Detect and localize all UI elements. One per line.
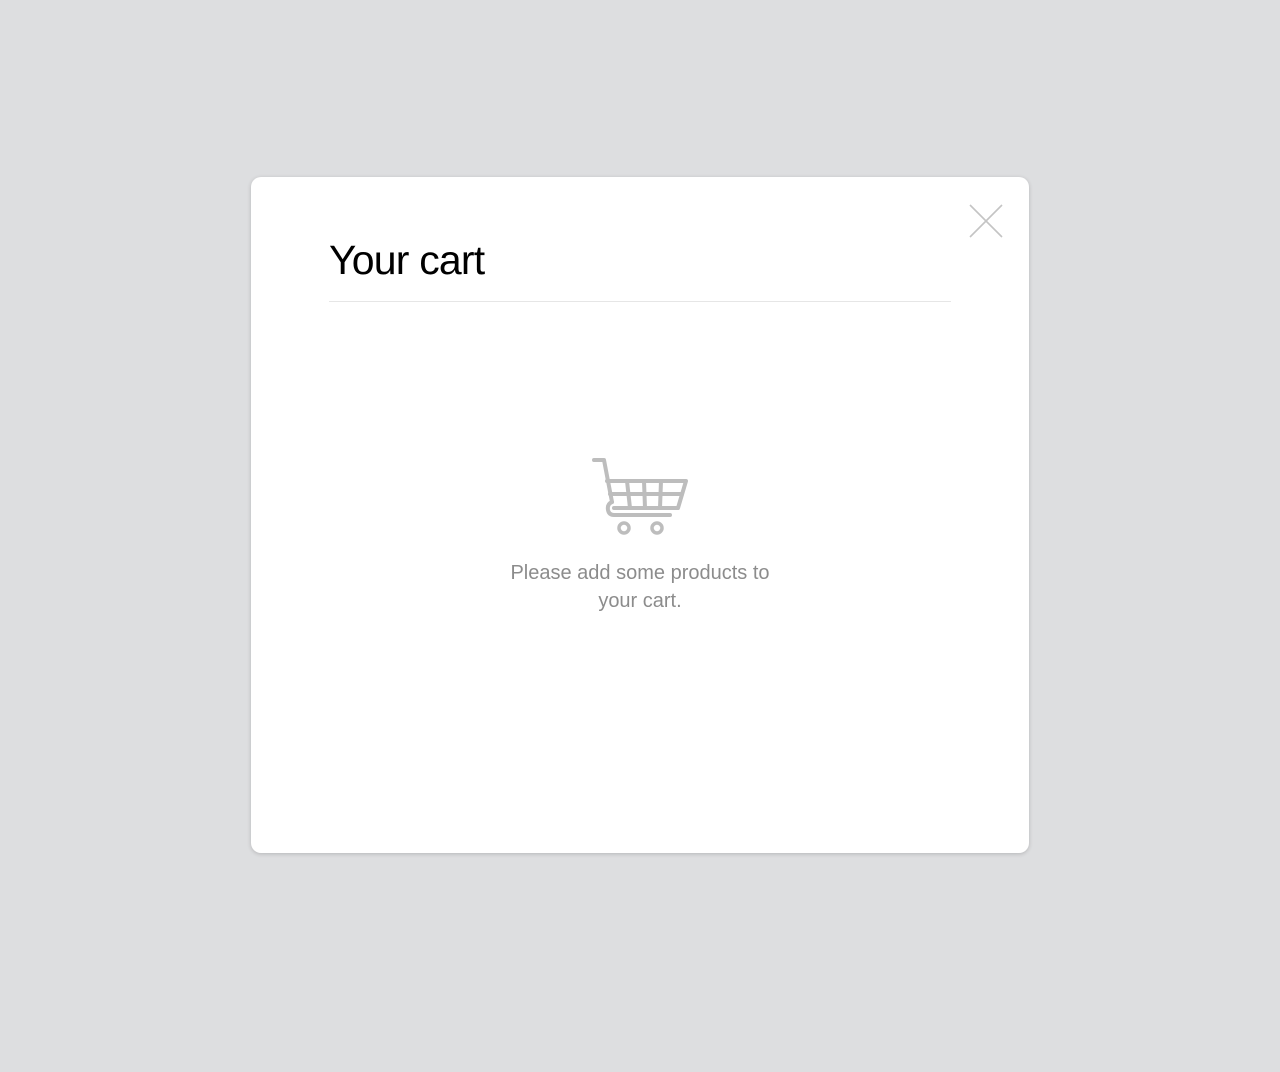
cart-modal: Your cart Please add some products to yo… xyxy=(251,177,1029,853)
empty-cart-message: Please add some products to your cart. xyxy=(510,562,770,612)
title-divider xyxy=(329,301,951,302)
close-icon xyxy=(969,204,1003,238)
empty-cart-state: Please add some products to your cart. xyxy=(251,457,1029,615)
close-button[interactable] xyxy=(969,204,1003,238)
shopping-cart-icon xyxy=(592,458,688,535)
modal-title: Your cart xyxy=(329,237,485,283)
